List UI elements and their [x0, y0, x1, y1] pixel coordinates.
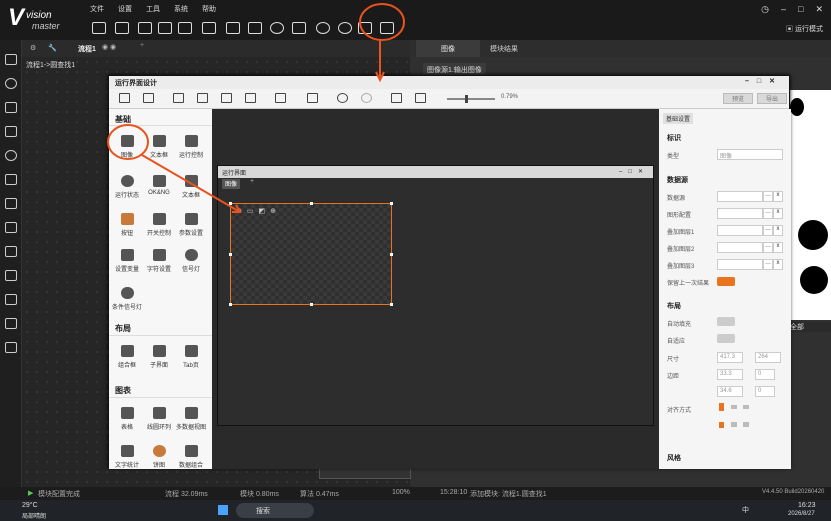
- status-bar: ▶ 模块配置完成 流程 32.09ms 模块 0.80ms 算法 0.47ms …: [0, 487, 831, 500]
- annotation-circle: [107, 124, 149, 160]
- module-time: 模块 0.80ms: [240, 491, 279, 498]
- clock-date: 2026/8/27: [788, 511, 815, 517]
- start-icon[interactable]: [218, 505, 228, 515]
- canvas-zoom: 100%: [392, 489, 410, 496]
- annotation-arrow: [141, 154, 241, 213]
- weather-temp[interactable]: 29°C: [22, 502, 38, 509]
- status-text: 模块配置完成: [38, 491, 80, 498]
- message-text: 添加模块: 流程1.圆查找1: [470, 491, 547, 498]
- message-time: 15:28:10: [440, 489, 468, 496]
- search-label: 搜索: [256, 508, 270, 515]
- annotation-overlay: [107, 3, 405, 213]
- windows-taskbar: 29°C 局部晴朗 搜索 中 16:23 2026/8/27: [0, 500, 831, 521]
- search-box[interactable]: 搜索: [236, 503, 314, 518]
- status-ok-icon: ▶: [28, 490, 34, 497]
- flow-time: 流程 32.09ms: [165, 491, 208, 498]
- version: V4.4.50 Build20260420: [762, 489, 825, 495]
- weather-desc: 局部晴朗: [22, 514, 47, 520]
- algo-time: 算法 0.47ms: [300, 491, 339, 498]
- annotation-circle: [359, 3, 405, 41]
- ime-indicator[interactable]: 中: [742, 505, 749, 515]
- clock-time[interactable]: 16:23: [798, 502, 816, 509]
